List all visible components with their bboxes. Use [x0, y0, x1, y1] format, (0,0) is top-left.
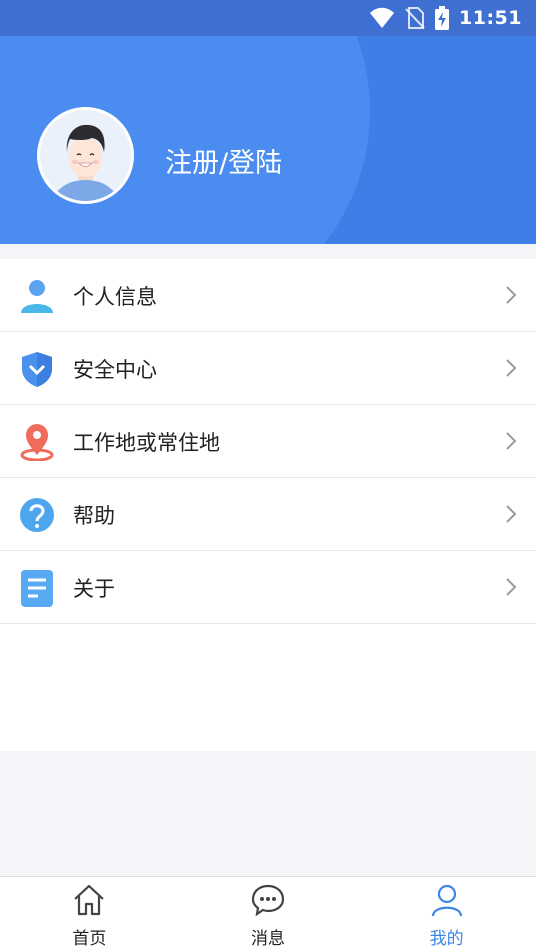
menu-item-label: 工作地或常住地: [73, 431, 220, 455]
menu-item-label: 安全中心: [73, 358, 157, 382]
menu-item-personal-info[interactable]: 个人信息: [0, 259, 536, 332]
menu-item-label: 帮助: [73, 504, 115, 528]
tab-messages[interactable]: 消息: [179, 877, 358, 952]
menu-item-label: 关于: [73, 577, 115, 601]
menu-item-work-or-residence[interactable]: 工作地或常住地: [0, 405, 536, 478]
tab-home[interactable]: 首页: [0, 877, 179, 952]
tab-label: 消息: [251, 929, 285, 949]
no-sim-icon: [405, 7, 425, 29]
bottom-tab-bar: 首页 消息 我的: [0, 876, 536, 952]
help-icon: [20, 498, 54, 532]
chat-icon: [251, 884, 285, 917]
tab-mine[interactable]: 我的: [357, 877, 536, 952]
tab-label: 首页: [72, 929, 107, 949]
login-register-link[interactable]: 注册/登陆: [165, 141, 282, 180]
chevron-right-icon: [506, 578, 517, 596]
location-pin-icon: [20, 424, 54, 461]
menu-item-security-center[interactable]: 安全中心: [0, 332, 536, 405]
settings-menu: 个人信息 安全中心 工作地或常住地 帮助 关于: [0, 259, 536, 751]
shield-icon: [22, 352, 52, 387]
battery-charging-icon: [435, 6, 450, 30]
tab-label: 我的: [429, 929, 464, 949]
profile-icon: [431, 884, 462, 917]
status-bar: 11:51: [0, 0, 536, 36]
wifi-icon: [370, 7, 395, 28]
menu-item-label: 个人信息: [73, 285, 157, 309]
chevron-right-icon: [506, 359, 517, 377]
home-icon: [74, 884, 105, 916]
document-icon: [21, 570, 53, 607]
chevron-right-icon: [506, 505, 517, 523]
profile-header: 注册/登陆: [0, 36, 536, 244]
menu-item-about[interactable]: 关于: [0, 551, 536, 624]
status-time: 11:51: [459, 7, 522, 29]
chevron-right-icon: [506, 286, 517, 304]
avatar[interactable]: [37, 107, 134, 204]
person-icon: [21, 280, 53, 313]
menu-item-help[interactable]: 帮助: [0, 478, 536, 551]
chevron-right-icon: [506, 432, 517, 450]
avatar-illustration: [53, 124, 118, 201]
